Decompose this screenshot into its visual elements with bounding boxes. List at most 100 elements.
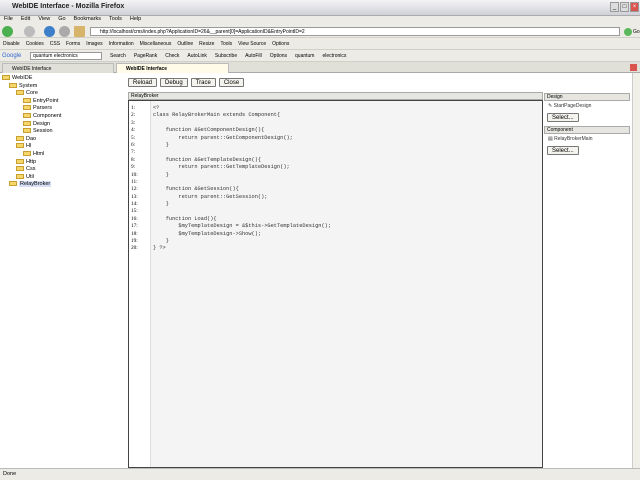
google-electronics[interactable]: electronics	[322, 53, 346, 59]
tree-item[interactable]: Css	[2, 166, 124, 174]
menu-edit[interactable]: Edit	[21, 16, 30, 22]
tree-item[interactable]: WebIDE	[2, 75, 124, 83]
toolbar-tools[interactable]: Tools	[220, 41, 232, 47]
code-line: function &GetComponentDesign(){	[153, 127, 265, 134]
google-search-input[interactable]: quantum electronics	[30, 52, 102, 60]
folder-icon	[16, 90, 24, 96]
google-autolink[interactable]: AutoLink	[187, 53, 206, 59]
toolbar-forms[interactable]: Forms	[66, 41, 80, 47]
reload-icon[interactable]	[44, 26, 55, 37]
tree-item-label: WebIDE	[12, 75, 33, 81]
tree-item-label: Session	[33, 128, 53, 135]
forward-icon[interactable]	[24, 26, 35, 37]
component-item[interactable]: ▤ RelayBrokerMain	[544, 134, 630, 145]
toolbar-cookies[interactable]: Cookies	[26, 41, 44, 47]
close-tab-icon[interactable]	[630, 64, 637, 71]
tree-item[interactable]: Http	[2, 159, 124, 167]
tree-item-label: Util	[26, 173, 34, 180]
tree-item-label: RelayBroker	[19, 181, 52, 188]
google-subscribe[interactable]: Subscribe	[215, 53, 237, 59]
title-bar: WebIDE Interface - Mozilla Firefox _ □ ×	[0, 0, 640, 16]
toolbar-view-source[interactable]: View Source	[238, 41, 266, 47]
google-check[interactable]: Check	[165, 53, 179, 59]
tree-item[interactable]: Hl	[2, 143, 124, 151]
tree-item-label: EntryPoint	[33, 97, 59, 104]
folder-icon	[23, 128, 31, 134]
close-button[interactable]: Close	[218, 78, 245, 87]
design-item[interactable]: ✎ StartPageDesign	[544, 101, 630, 112]
toolbar-css[interactable]: CSS	[50, 41, 60, 47]
code-line: <?	[153, 105, 160, 111]
google-options[interactable]: Options	[270, 53, 287, 59]
folder-icon	[16, 166, 24, 172]
maximize-button[interactable]: □	[620, 2, 629, 12]
code-line: function &GetSession(){	[153, 186, 239, 193]
back-icon[interactable]	[2, 26, 13, 37]
reload-button[interactable]: Reload	[128, 78, 158, 87]
menu-go[interactable]: Go	[58, 16, 65, 22]
code-line: function &GetTemplateDesign(){	[153, 156, 262, 163]
code-text[interactable]: <? class RelayBrokerMain extends Componen…	[153, 105, 331, 253]
google-quantum[interactable]: quantum	[295, 53, 314, 59]
google-search[interactable]: Search	[110, 53, 126, 59]
home-icon[interactable]	[74, 26, 85, 37]
toolbar-miscellaneous[interactable]: Miscellaneous	[140, 41, 172, 47]
menu-file[interactable]: File	[4, 16, 13, 22]
line-number: 17:	[131, 223, 138, 230]
debug-button[interactable]: Debug	[160, 78, 188, 87]
tree-item[interactable]: EntryPoint	[2, 98, 124, 106]
tree-item[interactable]: Component	[2, 113, 124, 121]
toolbar-options[interactable]: Options	[272, 41, 289, 47]
toolbar-outline[interactable]: Outline	[177, 41, 193, 47]
project-tree: WebIDE System Core EntryPoint Parsers Compone…	[2, 75, 124, 189]
tree-item[interactable]: Session	[2, 128, 124, 136]
tree-item[interactable]: Parsers	[2, 105, 124, 113]
tab-webide-1[interactable]: WebIDE Interface	[2, 63, 114, 73]
line-number: 2:	[131, 112, 136, 119]
go-label[interactable]: Go	[633, 29, 640, 35]
tree-item[interactable]: Dao	[2, 136, 124, 144]
design-select-button[interactable]: Select...	[547, 113, 579, 122]
toolbar-disable[interactable]: Disable	[3, 41, 20, 47]
close-window-button[interactable]: ×	[630, 2, 639, 12]
tree-item[interactable]: System	[2, 83, 124, 91]
code-editor[interactable]: 1: 2: 3: 4: 5: 6: 7: 8: 9: 10: 11: 12: 13: 14: 15: 16: 1…	[128, 100, 543, 468]
stop-icon[interactable]	[59, 26, 70, 37]
url-input[interactable]: http://localhost/cms/index.php?Applicati…	[90, 27, 620, 36]
tree-item-label: Hl	[26, 143, 32, 150]
right-panel: Design ✎ StartPageDesign Select... Compo…	[544, 93, 630, 159]
tree-item[interactable]: RelayBroker	[2, 181, 124, 189]
toolbar-resize[interactable]: Resize	[199, 41, 214, 47]
menu-bookmarks[interactable]: Bookmarks	[74, 16, 102, 22]
tree-item-label: Parsers	[33, 105, 52, 112]
design-item-label: StartPageDesign	[553, 103, 592, 109]
toolbar-information[interactable]: Information	[109, 41, 134, 47]
tab-webide-active[interactable]: WebIDE Interface	[116, 63, 229, 73]
line-number: 14:	[131, 201, 138, 208]
line-number: 12:	[131, 186, 138, 193]
google-autofill[interactable]: AutoFill	[245, 53, 262, 59]
design-header: Design	[544, 93, 630, 101]
tree-item[interactable]: Core	[2, 90, 124, 98]
tab-bar: WebIDE Interface WebIDE Interface	[0, 62, 640, 73]
vertical-scrollbar[interactable]	[632, 73, 640, 468]
trace-button[interactable]: Trace	[190, 78, 216, 87]
tree-item[interactable]: Design	[2, 121, 124, 129]
menu-bar: File Edit View Go Bookmarks Tools Help	[0, 16, 640, 25]
folder-icon	[23, 113, 31, 119]
line-number: 8:	[131, 156, 136, 163]
minimize-button[interactable]: _	[610, 2, 619, 12]
menu-view[interactable]: View	[38, 16, 50, 22]
component-select-button[interactable]: Select...	[547, 146, 579, 155]
folder-icon	[23, 120, 31, 126]
go-icon[interactable]	[624, 28, 632, 36]
menu-help[interactable]: Help	[130, 16, 141, 22]
tree-item[interactable]: Html	[2, 151, 124, 159]
tree-item[interactable]: Util	[2, 174, 124, 182]
line-number: 1:	[131, 105, 136, 111]
component-header: Component	[544, 126, 630, 134]
google-pagerank[interactable]: PageRank	[134, 53, 157, 59]
toolbar-images[interactable]: Images	[86, 41, 102, 47]
menu-tools[interactable]: Tools	[109, 16, 122, 22]
